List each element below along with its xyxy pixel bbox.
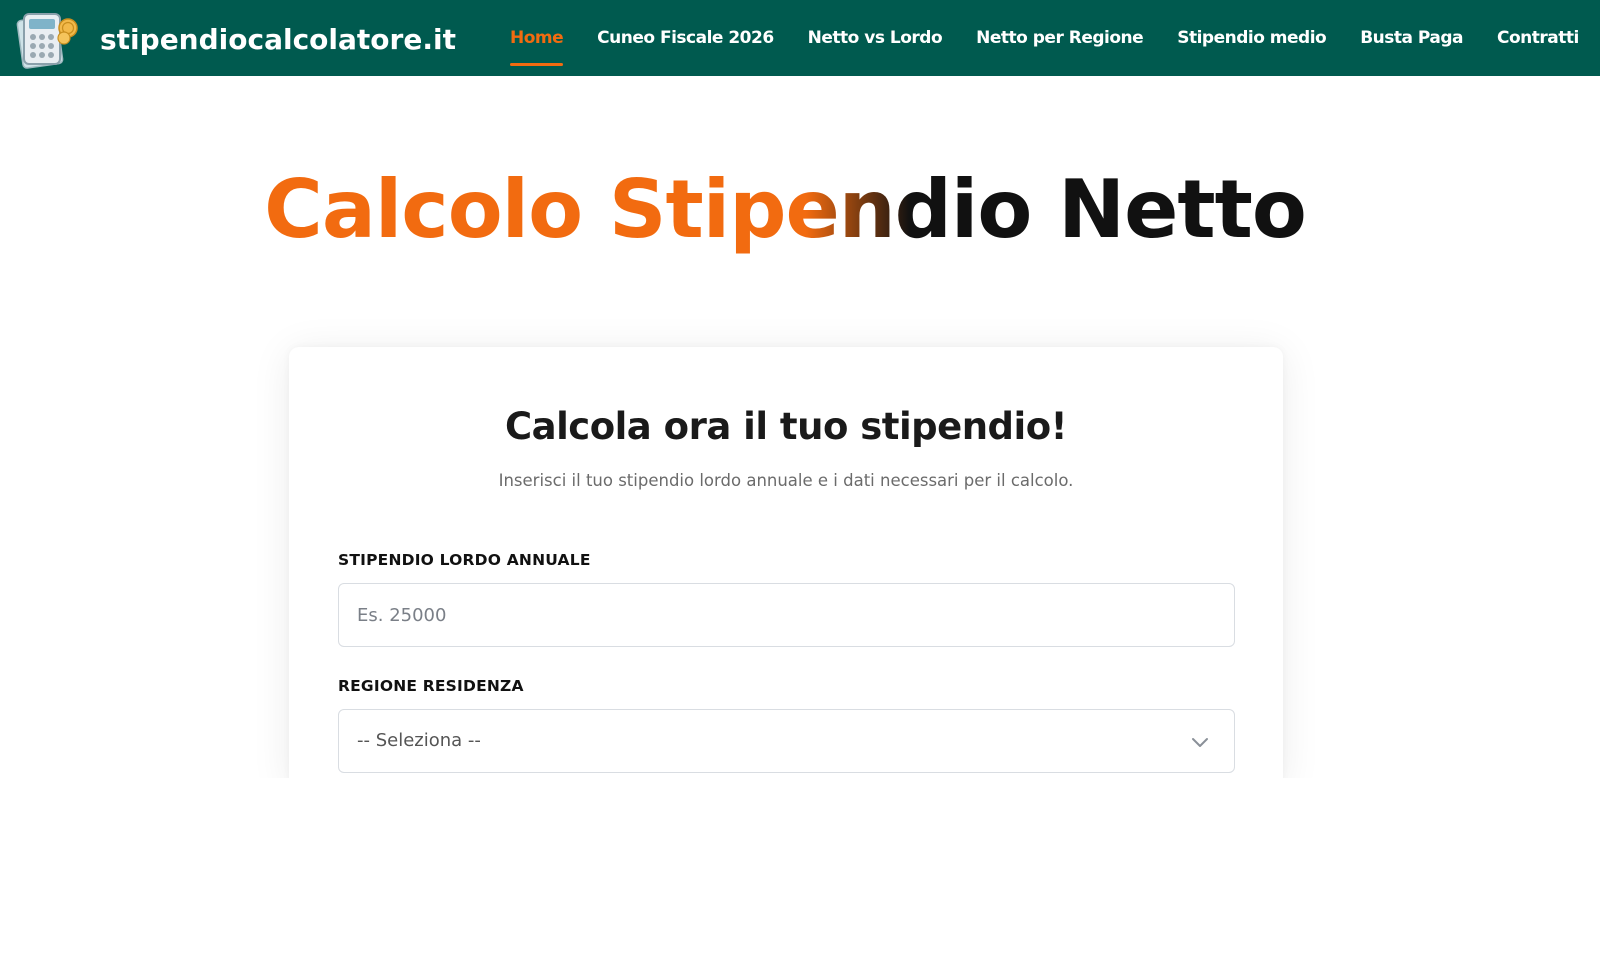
site-header: stipendiocalcolatore.it Home Cuneo Fisca…: [0, 0, 1600, 76]
nav-item-stipendio-medio[interactable]: Stipendio medio: [1177, 0, 1327, 76]
region-label: REGIONE RESIDENZA: [338, 677, 524, 695]
calculator-card: Calcola ora il tuo stipendio! Inserisci …: [289, 347, 1283, 787]
salary-label: STIPENDIO LORDO ANNUALE: [338, 551, 591, 569]
salary-input[interactable]: [338, 583, 1235, 647]
nav-item-busta-paga[interactable]: Busta Paga: [1360, 0, 1463, 76]
nav-item-cuneo-fiscale[interactable]: Cuneo Fiscale 2026: [597, 0, 774, 76]
chevron-down-icon: [1192, 738, 1208, 747]
page-cut-area: [0, 778, 1600, 960]
brand-name: stipendiocalcolatore.it: [100, 23, 456, 56]
nav-item-contratti[interactable]: Contratti: [1497, 0, 1579, 76]
page-title-text: Calcolo Stipendio Netto: [264, 163, 1307, 256]
brand-link[interactable]: stipendiocalcolatore.it: [16, 8, 456, 72]
region-select-value: -- Seleziona --: [357, 730, 481, 751]
calculator-title: Calcola ora il tuo stipendio!: [504, 405, 1068, 448]
nav-item-netto-per-regione[interactable]: Netto per Regione: [976, 0, 1144, 76]
page-title: Calcolo Stipendio Netto: [0, 160, 1570, 260]
main-nav: Home Cuneo Fiscale 2026 Netto vs Lordo N…: [510, 0, 1579, 76]
calculator-subtitle: Inserisci il tuo stipendio lordo annuale…: [498, 471, 1074, 490]
region-select[interactable]: -- Seleziona --: [338, 709, 1235, 773]
nav-item-netto-vs-lordo[interactable]: Netto vs Lordo: [808, 0, 943, 76]
calculator-money-icon: [16, 13, 78, 69]
nav-item-home[interactable]: Home: [510, 0, 564, 76]
